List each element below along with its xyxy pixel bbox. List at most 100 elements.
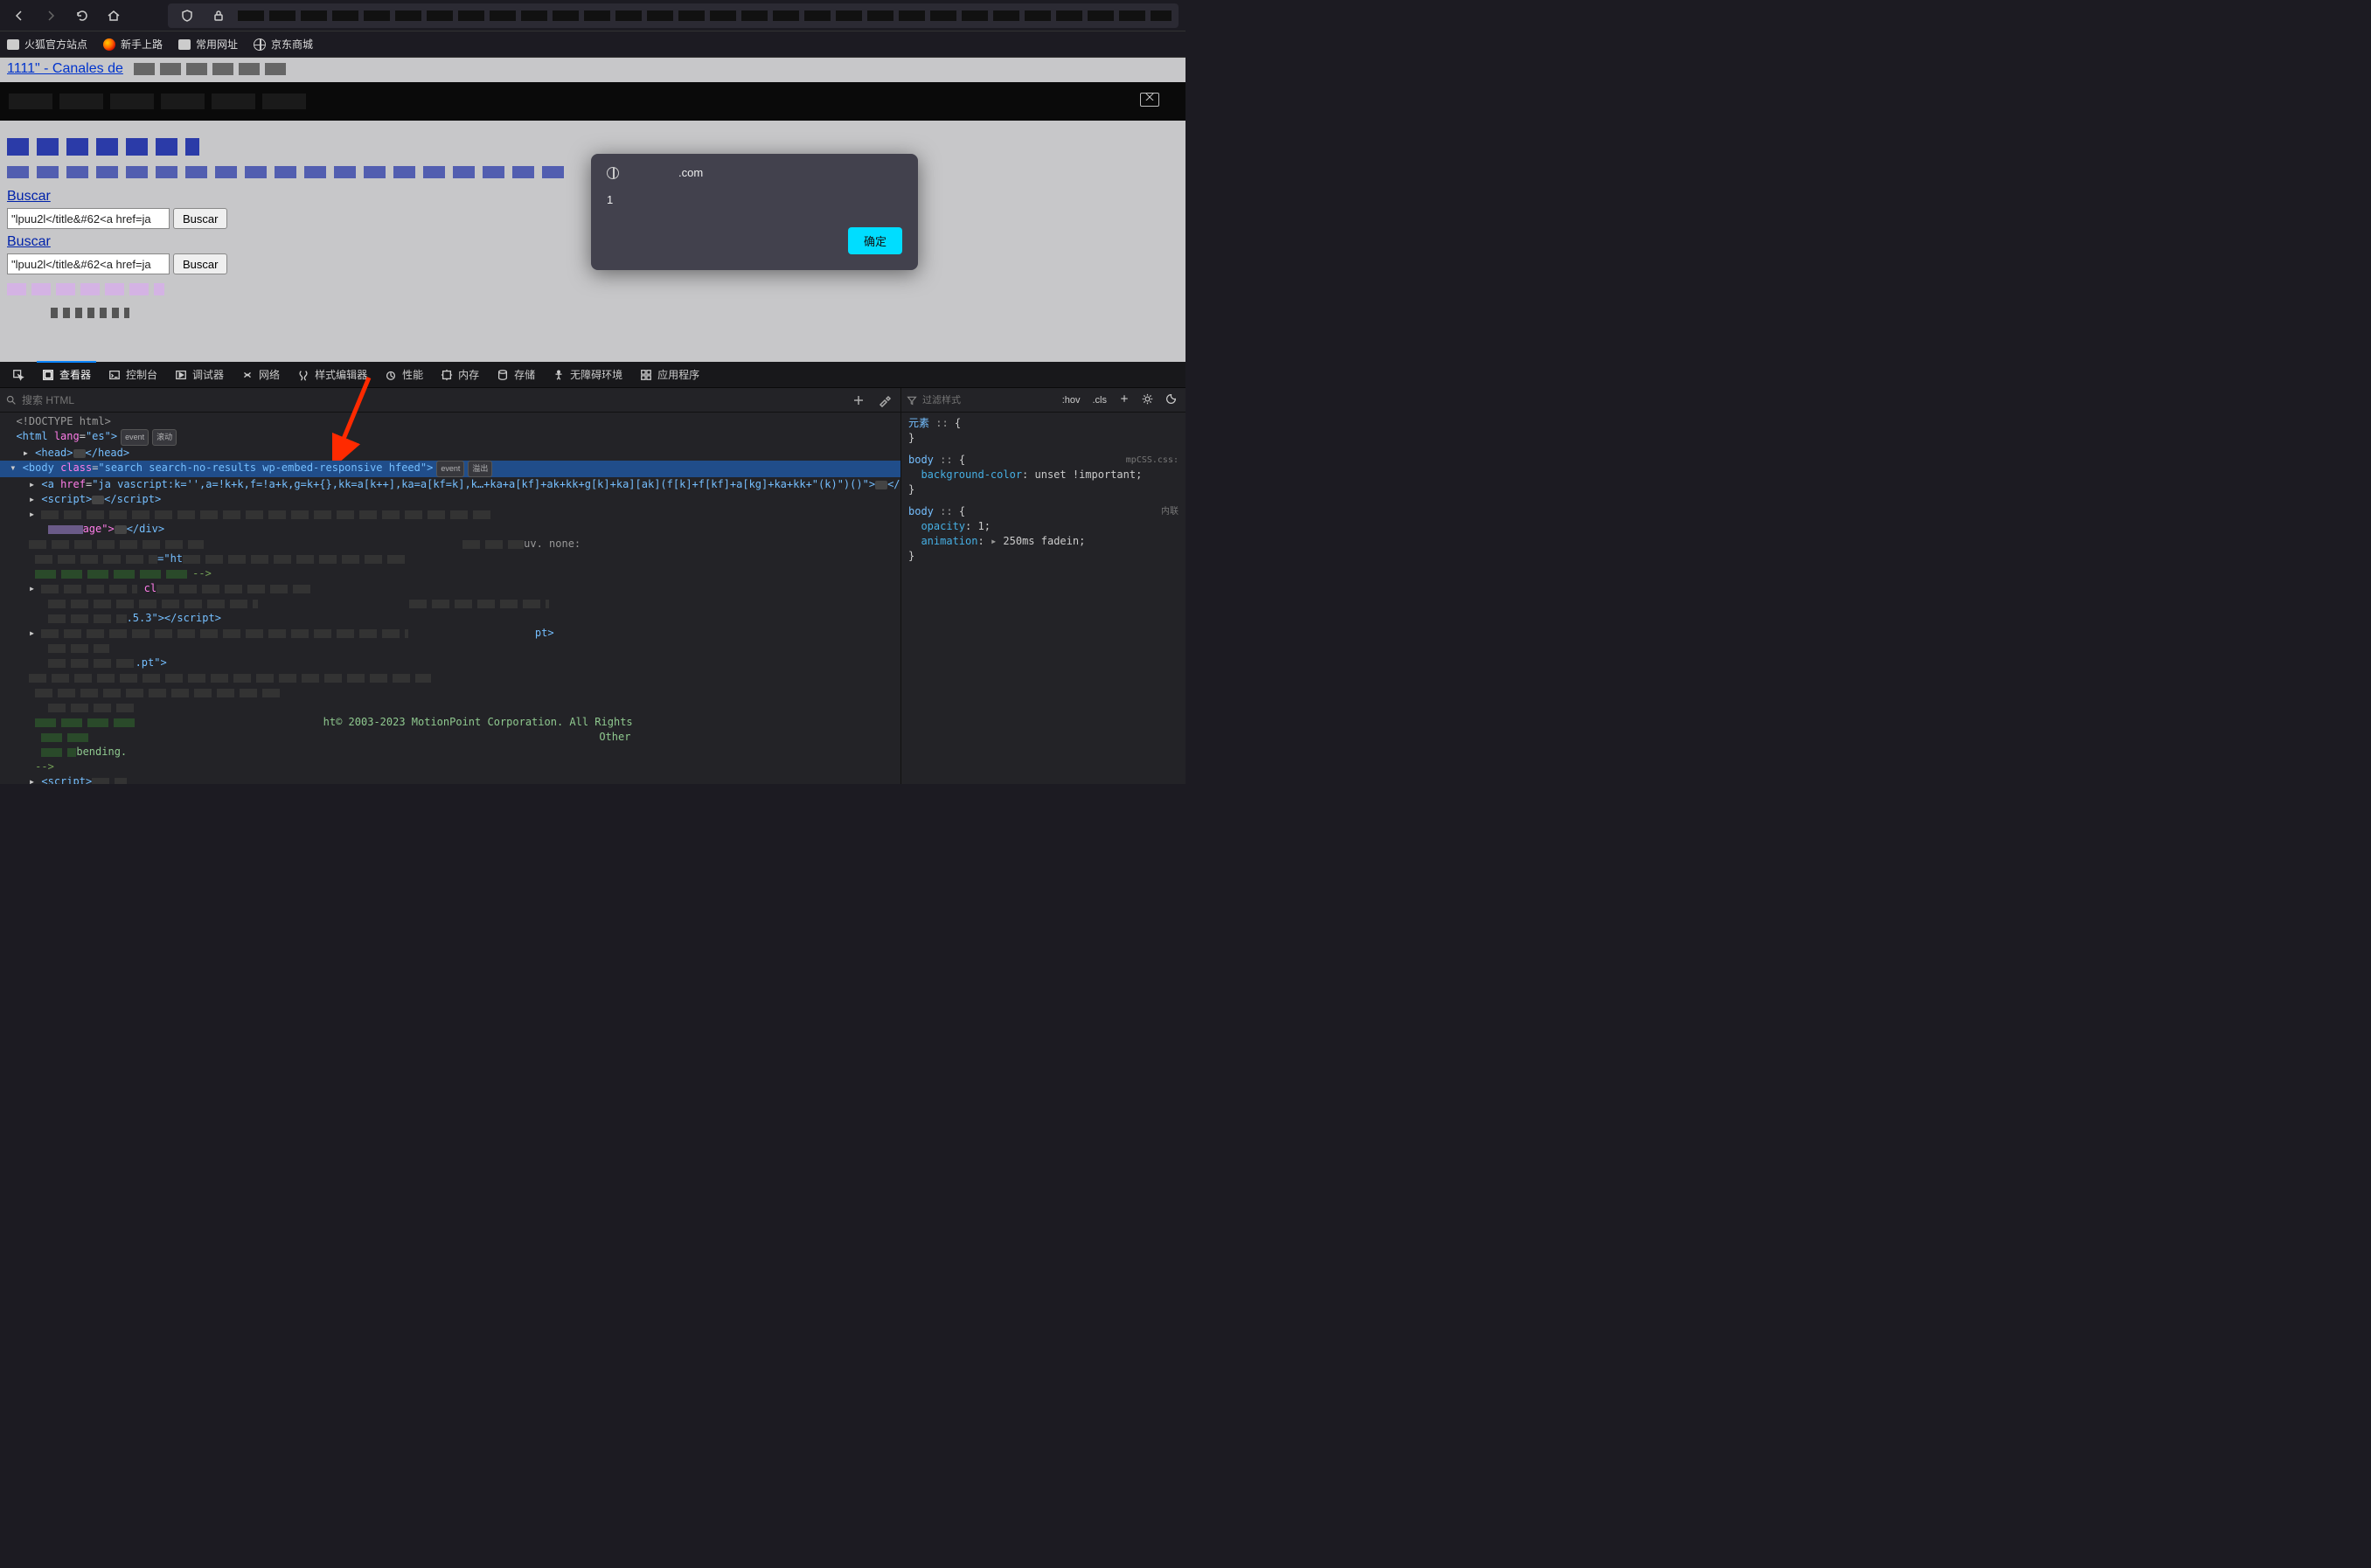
dom-tree[interactable]: <!DOCTYPE html> <html lang="es">event滚动 … <box>0 413 900 784</box>
dom-line-selected[interactable]: ▾ <body class="search search-no-results … <box>0 461 900 477</box>
home-button[interactable] <box>101 3 126 28</box>
dom-line[interactable] <box>0 685 900 700</box>
dom-line[interactable]: <html lang="es">event滚动 <box>0 429 900 446</box>
redacted-text <box>9 94 306 109</box>
tab-label: 样式编辑器 <box>315 367 367 382</box>
tab-label: 网络 <box>259 367 280 382</box>
tab-storage[interactable]: 存储 <box>488 362 544 387</box>
element-picker-button[interactable] <box>3 362 33 387</box>
hov-toggle[interactable]: :hov <box>1059 393 1084 407</box>
search-input-2[interactable] <box>7 253 170 274</box>
url-text-redacted <box>238 10 1172 21</box>
tab-accessibility[interactable]: 无障碍环境 <box>544 362 631 387</box>
dom-line[interactable]: age"></div> <box>0 522 900 537</box>
tab-label: 调试器 <box>192 367 224 382</box>
cls-toggle[interactable]: .cls <box>1089 393 1111 407</box>
dom-line[interactable]: uv. none: <box>0 537 900 552</box>
tab-inspector[interactable]: 查看器 <box>33 362 100 387</box>
bookmark-bar: 火狐官方站点 新手上路 常用网址 京东商城 <box>0 31 1186 58</box>
dom-line[interactable] <box>0 641 900 656</box>
add-rule-button[interactable] <box>1116 392 1133 408</box>
dom-line[interactable]: ▸ <script> <box>0 774 900 784</box>
search-button-2[interactable]: Buscar <box>173 253 227 274</box>
dialog-ok-button[interactable]: 确定 <box>848 227 902 254</box>
devtools-tabs: 查看器 控制台 调试器 网络 样式编辑器 性能 内存 存储 无障碍环境 应用程序 <box>0 362 1186 388</box>
tab-style-editor[interactable]: 样式编辑器 <box>289 362 376 387</box>
folder-icon <box>178 39 191 50</box>
devtools-body: <!DOCTYPE html> <html lang="es">event滚动 … <box>0 388 1186 784</box>
dialog-message: 1 <box>591 191 918 219</box>
dom-line[interactable]: .pt"> <box>0 656 900 670</box>
dom-line[interactable]: --> <box>0 566 900 581</box>
dom-line[interactable]: bending. <box>0 745 900 760</box>
page-content: 1111" - Canales de Buscar Buscar Buscar … <box>0 58 1186 362</box>
page-header-banner <box>0 82 1186 121</box>
shield-icon <box>175 3 199 28</box>
tab-network[interactable]: 网络 <box>233 362 289 387</box>
dom-line[interactable]: ▸ <script></script> <box>0 492 900 507</box>
dom-line[interactable] <box>0 670 900 685</box>
dialog-header: .com <box>591 154 918 191</box>
redacted-text <box>7 166 567 178</box>
add-element-button[interactable] <box>848 392 869 409</box>
devtools-panel: 查看器 控制台 调试器 网络 样式编辑器 性能 内存 存储 无障碍环境 应用程序… <box>0 362 1186 784</box>
dom-line[interactable]: ▸ cl <box>0 581 900 596</box>
tab-console[interactable]: 控制台 <box>100 362 166 387</box>
browser-nav-toolbar <box>0 0 1186 31</box>
globe-icon <box>254 38 266 51</box>
bookmark-item[interactable]: 常用网址 <box>178 37 238 52</box>
redacted-text <box>51 308 129 318</box>
dom-line[interactable]: ▸ <a href="ja vascript:k='',a=!k+k,f=!a+… <box>0 477 900 492</box>
bookmark-item[interactable]: 火狐官方站点 <box>7 37 87 52</box>
dom-line[interactable]: ht© 2003-2023 MotionPoint Corporation. A… <box>0 715 900 730</box>
skip-link[interactable]: 1111" - Canales de <box>7 61 123 77</box>
tab-label: 应用程序 <box>657 367 699 382</box>
dark-mode-toggle[interactable] <box>1162 392 1180 409</box>
globe-icon <box>607 167 619 179</box>
tab-debugger[interactable]: 调试器 <box>166 362 233 387</box>
reload-button[interactable] <box>70 3 94 28</box>
styles-filter-input[interactable] <box>922 395 1053 406</box>
dom-line[interactable]: ▸ <head></head> <box>0 446 900 461</box>
dom-line[interactable]: ="ht <box>0 552 900 566</box>
styles-rules[interactable]: 元素 :: { } body :: {mpCSS.css: background… <box>901 413 1186 784</box>
firefox-icon <box>103 38 115 51</box>
dom-line[interactable] <box>0 700 900 715</box>
page-top-link-row: 1111" - Canales de <box>0 58 1186 80</box>
dom-toolbar <box>848 392 895 409</box>
tab-performance[interactable]: 性能 <box>376 362 432 387</box>
dom-line[interactable] <box>0 596 900 611</box>
js-alert-dialog: .com 1 确定 <box>591 154 918 270</box>
redacted-text <box>7 283 164 295</box>
styles-filter-bar: :hov .cls <box>901 388 1186 413</box>
dom-line[interactable]: ▸ pt> <box>0 626 900 641</box>
search-input-1[interactable] <box>7 208 170 229</box>
tab-label: 内存 <box>458 367 479 382</box>
back-button[interactable] <box>7 3 31 28</box>
redacted-domain <box>628 169 670 177</box>
dialog-domain: .com <box>678 166 703 179</box>
search-button-1[interactable]: Buscar <box>173 208 227 229</box>
lock-icon <box>206 3 231 28</box>
redacted-heading <box>7 138 199 156</box>
dom-search-bar <box>0 388 900 413</box>
bookmark-item[interactable]: 京东商城 <box>254 37 313 52</box>
tab-memory[interactable]: 内存 <box>432 362 488 387</box>
tab-label: 控制台 <box>126 367 157 382</box>
bookmark-item[interactable]: 新手上路 <box>103 37 163 52</box>
eyedropper-button[interactable] <box>874 392 895 409</box>
light-mode-toggle[interactable] <box>1138 392 1157 409</box>
dom-line[interactable]: --> <box>0 760 900 774</box>
bookmark-label: 京东商城 <box>271 37 313 52</box>
dom-line[interactable]: .5.3"></script> <box>0 611 900 626</box>
bookmark-label: 火狐官方站点 <box>24 37 87 52</box>
tab-application[interactable]: 应用程序 <box>631 362 708 387</box>
dom-line[interactable]: Other <box>0 730 900 745</box>
url-bar[interactable] <box>168 3 1179 28</box>
dom-line[interactable]: ▸ <box>0 507 900 522</box>
forward-button[interactable] <box>38 3 63 28</box>
tab-label: 存储 <box>514 367 535 382</box>
dom-search-input[interactable] <box>22 394 843 406</box>
dom-line[interactable]: <!DOCTYPE html> <box>0 414 900 429</box>
mail-icon[interactable] <box>1140 93 1159 107</box>
